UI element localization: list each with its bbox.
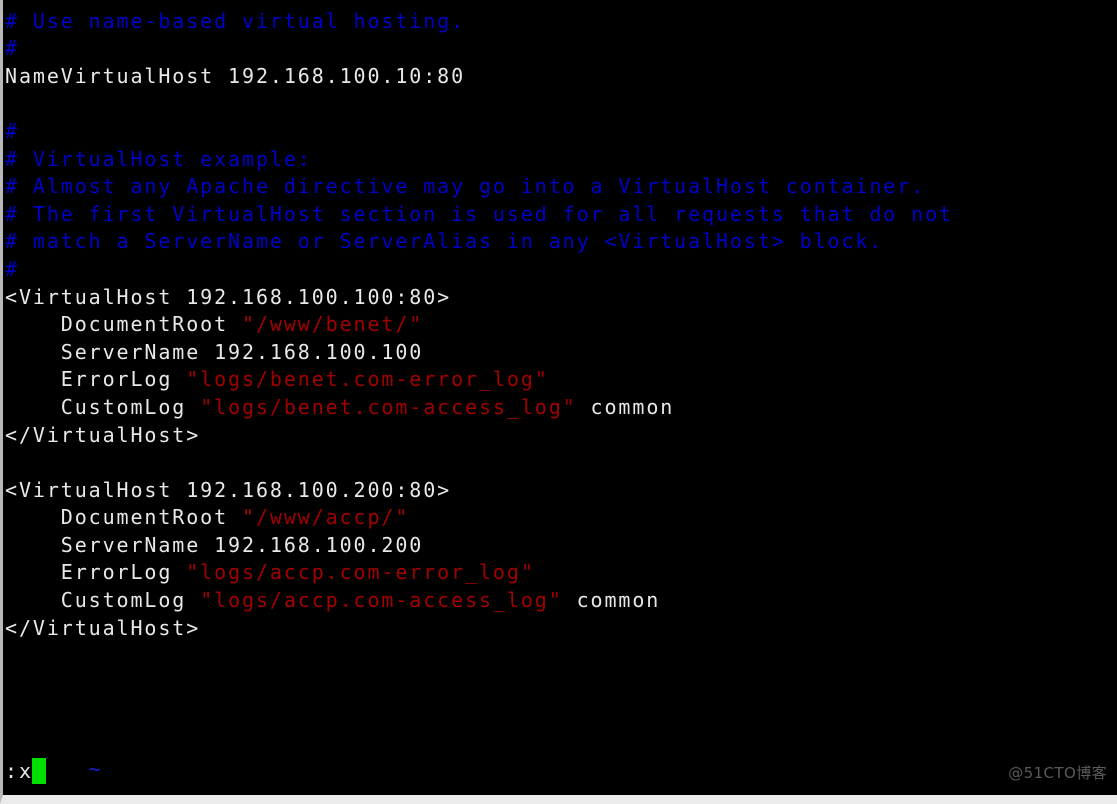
code-span: NameVirtualHost 192.168.100.10:80 [5,63,466,88]
code-line[interactable]: # match a ServerName or ServerAlias in a… [5,228,1117,256]
code-span: ErrorLog [5,367,187,392]
code-line[interactable] [5,642,1117,670]
vim-text-buffer[interactable]: ## Use name-based virtual hosting.#NameV… [5,0,1117,697]
code-span: # [5,118,19,143]
code-span: <VirtualHost 192.168.100.200:80> [5,477,452,502]
code-line[interactable] [5,449,1117,477]
code-line[interactable]: # [5,35,1117,63]
code-line[interactable] [5,90,1117,118]
code-span: "logs/benet.com-error_log" [186,367,549,392]
tilde-glyph: ~ [88,757,103,781]
watermark-label: @51CTO博客 [1008,764,1107,782]
code-line[interactable]: <VirtualHost 192.168.100.100:80> [5,284,1117,312]
code-span: # Almost any Apache directive may go int… [5,174,926,199]
code-span: ServerName 192.168.100.200 [5,532,424,557]
code-span: </VirtualHost> [5,615,201,640]
code-line[interactable]: # [5,0,1117,8]
code-line[interactable]: ErrorLog "logs/accp.com-error_log" [5,559,1117,587]
code-span: common [562,588,661,613]
code-span: # [5,36,19,61]
code-span: CustomLog [5,588,201,613]
terminal-window[interactable]: ## Use name-based virtual hosting.#NameV… [0,0,1117,804]
code-span: DocumentRoot [5,312,242,337]
code-line[interactable]: ServerName 192.168.100.200 [5,532,1117,560]
code-span: ServerName 192.168.100.100 [5,339,424,364]
code-line[interactable] [5,670,1117,698]
code-line[interactable]: NameVirtualHost 192.168.100.10:80 [5,63,1117,91]
code-span: # match a ServerName or ServerAlias in a… [5,229,884,254]
text-cursor [31,758,46,784]
code-span: CustomLog [5,394,201,419]
vim-command-line[interactable]: :x [5,758,46,784]
code-line[interactable]: # [5,118,1117,146]
code-line[interactable]: <VirtualHost 192.168.100.200:80> [5,477,1117,505]
vim-command-text: :x [5,759,33,783]
code-line[interactable]: ServerName 192.168.100.100 [5,339,1117,367]
code-line[interactable]: # [5,256,1117,284]
code-span: common [576,394,675,419]
vim-editor-screen[interactable]: ## Use name-based virtual hosting.#NameV… [3,0,1117,795]
code-line[interactable]: CustomLog "logs/benet.com-access_log" co… [5,394,1117,422]
code-span: "logs/accp.com-access_log" [200,588,563,613]
code-span: # [5,0,19,5]
code-line[interactable]: # Almost any Apache directive may go int… [5,173,1117,201]
code-span: "logs/accp.com-error_log" [186,560,535,585]
code-span: # Use name-based virtual hosting. [5,8,466,33]
code-span: # [5,256,19,281]
code-line[interactable]: DocumentRoot "/www/accp/" [5,504,1117,532]
code-span: "/www/accp/" [242,505,410,530]
code-line[interactable]: DocumentRoot "/www/benet/" [5,311,1117,339]
code-span: </VirtualHost> [5,422,201,447]
code-span: <VirtualHost 192.168.100.100:80> [5,284,452,309]
code-line[interactable]: </VirtualHost> [5,615,1117,643]
code-span: # The first VirtualHost section is used … [5,201,953,226]
code-line[interactable]: # Use name-based virtual hosting. [5,8,1117,36]
code-span: ErrorLog [5,560,187,585]
code-line[interactable]: # The first VirtualHost section is used … [5,201,1117,229]
code-line[interactable]: </VirtualHost> [5,422,1117,450]
code-span: "logs/benet.com-access_log" [200,394,577,419]
code-span: DocumentRoot [5,505,242,530]
code-span: # VirtualHost example: [5,146,312,171]
code-line[interactable]: CustomLog "logs/accp.com-access_log" com… [5,587,1117,615]
code-span: "/www/benet/" [242,312,424,337]
code-line[interactable]: # VirtualHost example: [5,146,1117,174]
code-line[interactable]: ErrorLog "logs/benet.com-error_log" [5,366,1117,394]
